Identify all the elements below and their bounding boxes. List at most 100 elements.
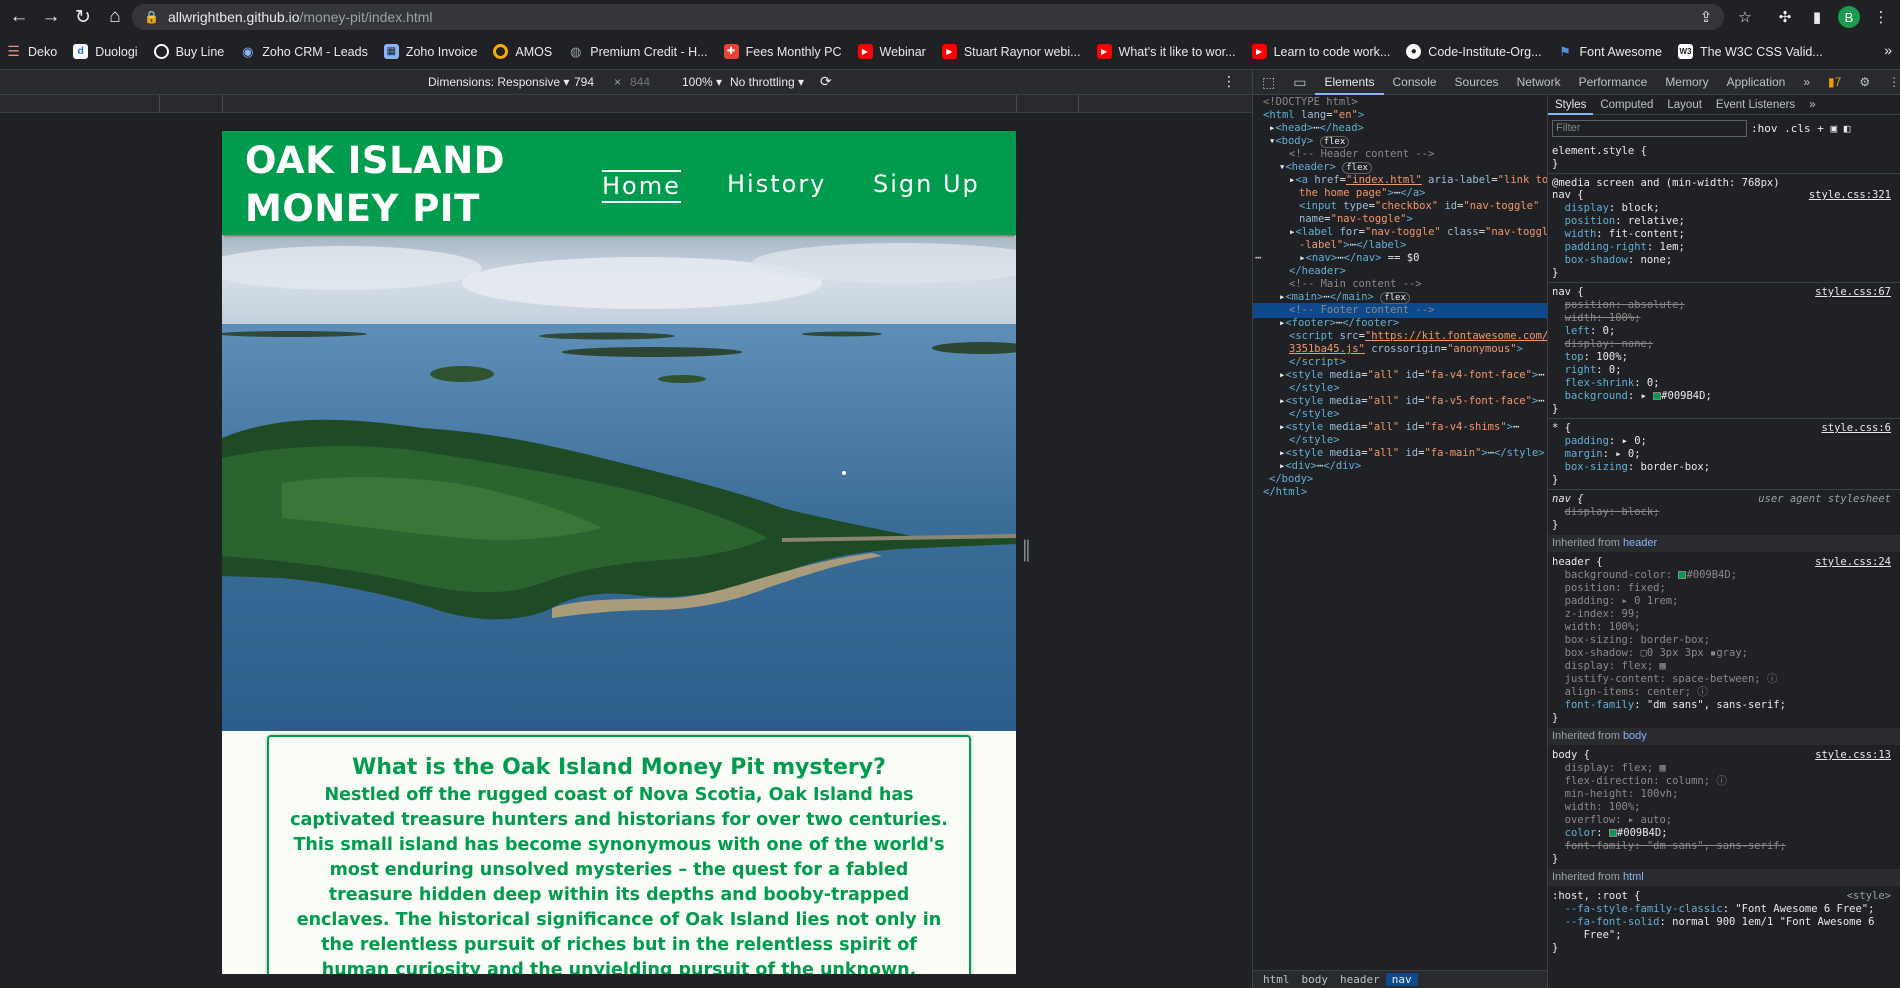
css-decl[interactable]: padding: ▸ 0; xyxy=(1552,435,1647,448)
share-icon[interactable]: ⇪ xyxy=(1695,6,1717,28)
subtab-computed[interactable]: Computed xyxy=(1593,95,1660,115)
css-decl[interactable]: box-shadow: ▢0 3px 3px ▪gray; xyxy=(1552,647,1748,660)
breadcrumb-html[interactable]: html xyxy=(1257,973,1296,986)
css-rule-line[interactable]: nav { xyxy=(1552,493,1584,506)
css-decl[interactable]: justify-content: space-between; ⓘ xyxy=(1552,673,1778,686)
css-source-link[interactable]: style.css:67 xyxy=(1815,286,1891,299)
css-decl[interactable]: display: flex; ▦ xyxy=(1552,660,1666,673)
breadcrumb-nav[interactable]: nav xyxy=(1385,973,1418,986)
nav-link-sign-up[interactable]: Sign Up xyxy=(873,170,980,198)
tab-more[interactable]: » xyxy=(1794,70,1819,95)
nav-link-home[interactable]: Home xyxy=(602,170,681,203)
bookmarks-overflow-button[interactable]: » xyxy=(1884,42,1892,58)
css-decl[interactable]: --fa-font-solid: normal 900 1em/1 "Font … xyxy=(1552,916,1875,929)
settings-gear-icon[interactable]: ⚙ xyxy=(1850,70,1879,95)
css-decl[interactable]: padding-right: 1em; xyxy=(1552,241,1685,254)
forward-arrow-icon[interactable]: → xyxy=(38,4,64,30)
tab-console[interactable]: Console xyxy=(1384,70,1446,95)
profile-avatar[interactable]: B xyxy=(1838,6,1860,28)
bookmark-learn-to-code[interactable]: ▶ Learn to code work... xyxy=(1251,44,1390,59)
side-panel-icon[interactable]: ▮ xyxy=(1806,6,1828,28)
dom-line[interactable]: </html> xyxy=(1263,485,1307,500)
css-source-link[interactable]: style.css:13 xyxy=(1815,749,1891,762)
color-swatch[interactable] xyxy=(1653,392,1662,400)
extensions-icon[interactable]: ✣ xyxy=(1774,6,1796,28)
css-decl[interactable]: font-family: "dm sans", sans-serif; xyxy=(1552,840,1786,853)
bookmark-premium-credit[interactable]: ◍ Premium Credit - H... xyxy=(568,44,708,59)
breadcrumb-header[interactable]: header xyxy=(1334,973,1386,986)
css-decl[interactable]: width: fit-content; xyxy=(1552,228,1685,241)
subtab-event-listeners[interactable]: Event Listeners xyxy=(1709,95,1802,115)
css-rule-line[interactable]: nav { xyxy=(1552,286,1584,299)
home-icon[interactable]: ⌂ xyxy=(102,4,128,30)
tab-application[interactable]: Application xyxy=(1718,70,1795,95)
css-decl[interactable]: margin: ▸ 0; xyxy=(1552,448,1641,461)
site-logo-link[interactable]: OAK ISLAND MONEY PIT xyxy=(245,137,545,233)
color-swatch[interactable] xyxy=(1678,571,1687,579)
address-bar[interactable]: 🔒 allwrightben.github.io/money-pit/index… xyxy=(132,4,1724,30)
issues-badge[interactable]: ▮7 xyxy=(1819,70,1850,95)
reload-icon[interactable]: ↻ xyxy=(70,4,96,30)
bookmark-whats-it-like[interactable]: ▶ What's it like to wor... xyxy=(1096,44,1236,59)
breadcrumb-body[interactable]: body xyxy=(1296,973,1335,986)
inspect-element-icon[interactable]: ⬚ xyxy=(1253,70,1284,95)
css-rule-line[interactable]: header { xyxy=(1552,556,1603,569)
device-mode-icon[interactable]: ▭ xyxy=(1284,70,1315,95)
css-source-link[interactable]: style.css:321 xyxy=(1809,189,1891,202)
subtab-more[interactable]: » xyxy=(1802,95,1822,115)
bookmark-star-icon[interactable]: ☆ xyxy=(1734,6,1756,28)
css-decl[interactable]: font-family: "dm sans", sans-serif; xyxy=(1552,699,1786,712)
site-info-icon[interactable]: 🔒 xyxy=(144,10,159,24)
sidebar-toggle-icon[interactable]: ◧ xyxy=(1844,122,1851,135)
color-format-icon[interactable]: ▣ xyxy=(1830,122,1837,135)
css-rule-line[interactable]: element.style { xyxy=(1552,145,1647,158)
css-rule-line[interactable]: * { xyxy=(1552,422,1571,435)
bookmark-font-awesome[interactable]: ⚑ Font Awesome xyxy=(1558,44,1662,59)
css-decl[interactable]: position: relative; xyxy=(1552,215,1685,228)
tab-network[interactable]: Network xyxy=(1508,70,1570,95)
css-decl[interactable]: background: ▸ #009B4D; xyxy=(1552,390,1712,403)
bookmark-zoho-crm[interactable]: ◉ Zoho CRM - Leads xyxy=(240,44,368,59)
css-decl[interactable]: z-index: 99; xyxy=(1552,608,1641,621)
nav-link-history[interactable]: History xyxy=(727,170,826,198)
css-decl[interactable]: Free"; xyxy=(1552,929,1622,942)
css-decl[interactable]: box-sizing: border-box; xyxy=(1552,634,1710,647)
throttling-dropdown[interactable]: No throttling ▾ xyxy=(730,75,804,89)
css-decl[interactable]: box-sizing: border-box; xyxy=(1552,461,1710,474)
kebab-menu-icon[interactable]: ⋮ xyxy=(1870,6,1892,28)
bookmark-webinar[interactable]: ▶ Webinar xyxy=(857,44,926,59)
viewport-resize-handle[interactable]: ║ xyxy=(1020,540,1033,564)
css-decl[interactable]: display: flex; ▦ xyxy=(1552,762,1666,775)
css-decl[interactable]: width: 100%; xyxy=(1552,312,1641,325)
height-input[interactable]: 844 xyxy=(630,75,650,89)
bookmark-fees-monthly[interactable]: ✚ Fees Monthly PC xyxy=(723,44,842,59)
tab-memory[interactable]: Memory xyxy=(1656,70,1717,95)
css-source-link[interactable]: style.css:24 xyxy=(1815,556,1891,569)
zoom-dropdown[interactable]: 100% ▾ xyxy=(682,75,722,89)
bookmark-w3c-css[interactable]: W3 The W3C CSS Valid... xyxy=(1678,44,1823,59)
css-decl[interactable]: position: fixed; xyxy=(1552,582,1666,595)
back-arrow-icon[interactable]: ← xyxy=(6,4,32,30)
color-swatch[interactable] xyxy=(1608,829,1617,837)
css-decl[interactable]: top: 100%; xyxy=(1552,351,1628,364)
bookmark-stuart-raynor[interactable]: ▶ Stuart Raynor webi... xyxy=(941,44,1081,59)
css-decl[interactable]: display: block; xyxy=(1552,202,1660,215)
device-options-icon[interactable]: ⋮ xyxy=(1222,73,1236,90)
hov-cls-toggles[interactable]: :hov .cls + ▣ ◧ xyxy=(1751,122,1850,135)
css-decl[interactable]: background-color: #009B4D; xyxy=(1552,569,1737,582)
css-decl[interactable]: align-items: center; ⓘ xyxy=(1552,686,1708,699)
css-decl[interactable]: --fa-style-family-classic: "Font Awesome… xyxy=(1552,903,1875,916)
css-decl[interactable]: right: 0; xyxy=(1552,364,1622,377)
tab-sources[interactable]: Sources xyxy=(1446,70,1508,95)
css-decl[interactable]: overflow: ▸ auto; xyxy=(1552,814,1672,827)
css-decl[interactable]: box-shadow: none; xyxy=(1552,254,1673,267)
css-decl[interactable]: position: absolute; xyxy=(1552,299,1685,312)
tab-elements[interactable]: Elements xyxy=(1315,70,1384,95)
styles-filter-input[interactable]: Filter xyxy=(1552,120,1747,137)
css-decl[interactable]: display: block; xyxy=(1552,506,1660,519)
css-decl[interactable]: display: none; xyxy=(1552,338,1654,351)
bookmark-amos[interactable]: AMOS xyxy=(493,44,552,59)
css-rule-line[interactable]: :host, :root { xyxy=(1552,890,1641,903)
dimensions-dropdown[interactable]: Dimensions: Responsive ▾ xyxy=(428,75,569,89)
css-source-link[interactable]: style.css:6 xyxy=(1821,422,1891,435)
